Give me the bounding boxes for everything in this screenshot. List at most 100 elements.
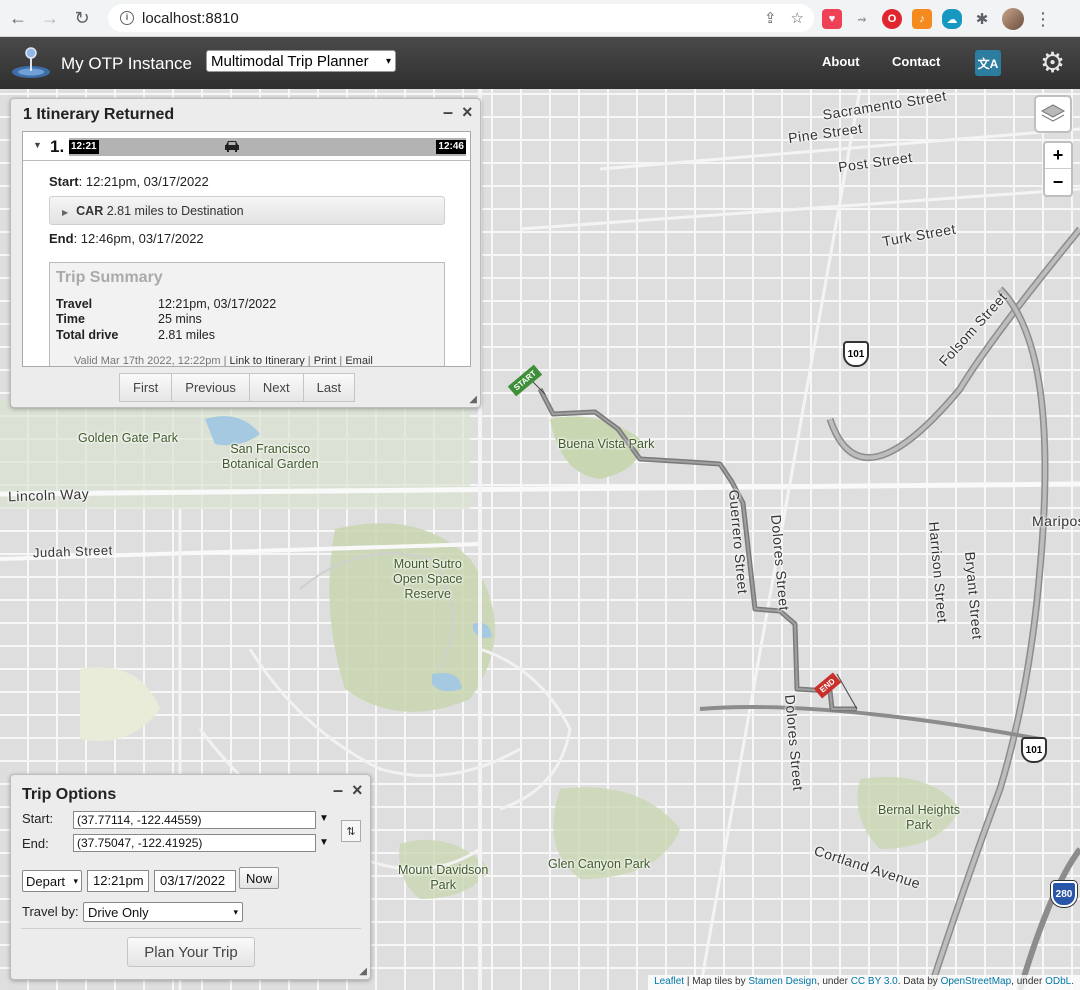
back-icon[interactable]: ← <box>4 4 32 32</box>
zoom-control: + − <box>1043 141 1073 197</box>
osm-link[interactable]: OpenStreetMap <box>941 976 1012 987</box>
map-label-buena-vista: Buena Vista Park <box>558 437 655 451</box>
travel-by-value: Drive Only <box>88 904 149 920</box>
cloud-extension-icon[interactable]: ☁ <box>942 9 962 29</box>
end-time-tag: 12:46 <box>436 140 466 154</box>
map-label-mariposa: Maripos <box>1032 513 1080 529</box>
mode-select[interactable]: Multimodal Trip Planner ▾ <box>206 50 396 72</box>
extension-icon[interactable]: ⇝ <box>852 9 872 29</box>
itinerary-pager: First Previous Next Last <box>119 373 356 402</box>
stamen-link[interactable]: Stamen Design <box>748 976 816 987</box>
close-icon[interactable]: × <box>462 102 473 123</box>
last-button[interactable]: Last <box>302 373 356 402</box>
language-icon[interactable]: 文A <box>975 50 1001 76</box>
travel-by-label: Travel by: <box>22 904 79 919</box>
map-label-golden-gate-park: Golden Gate Park <box>78 431 179 445</box>
trip-summary: Trip Summary Travel 12:21pm, 03/17/2022 … <box>49 262 445 367</box>
orange-extension-icon[interactable]: ♪ <box>912 9 932 29</box>
date-input[interactable]: 03/17/2022 <box>154 870 236 892</box>
collapse-caret-icon[interactable]: ▼ <box>33 140 42 150</box>
end-location-input[interactable]: (37.75047, -122.41925) <box>73 834 316 852</box>
address-bar[interactable]: i localhost:8810 ⇪ ☆ <box>108 4 814 32</box>
end-dropdown-icon[interactable]: ▼ <box>319 837 329 848</box>
now-button[interactable]: Now <box>239 867 280 889</box>
trip-summary-title: Trip Summary <box>56 269 163 286</box>
end-value: : 12:46pm, 03/17/2022 <box>73 231 204 246</box>
odbl-link[interactable]: ODbL <box>1045 976 1071 987</box>
minimize-icon[interactable]: – <box>333 780 343 801</box>
depart-select[interactable]: Depart ▾ <box>22 870 82 892</box>
resize-handle-icon[interactable]: ◢ <box>469 394 477 405</box>
start-location-input[interactable]: (37.77114, -122.44559) <box>73 811 316 829</box>
end-line: End: 12:46pm, 03/17/2022 <box>49 231 204 246</box>
link-to-itinerary[interactable]: Link to Itinerary <box>230 355 305 366</box>
travel-value: 12:21pm, 03/17/2022 <box>158 297 277 311</box>
leg-description: 2.81 miles to Destination <box>106 204 244 218</box>
swap-locations-button[interactable]: ⇅ <box>341 820 361 842</box>
attribution-text-1: | Map tiles by <box>684 976 749 987</box>
divider <box>21 928 361 929</box>
opera-extension-icon[interactable]: O <box>882 9 902 29</box>
itinerary-content[interactable]: ▼ 1. 12:21 12:46 Start: 12:21pm, 03/17/2… <box>22 131 471 367</box>
bookmark-star-icon[interactable]: ☆ <box>791 9 804 27</box>
itinerary-header[interactable]: ▼ 1. 12:21 12:46 <box>23 132 470 161</box>
travel-label: Travel <box>56 297 93 311</box>
close-icon[interactable]: × <box>352 780 363 801</box>
expand-triangle-icon: ▶ <box>62 208 69 217</box>
end-field-label: End: <box>22 836 49 851</box>
share-icon[interactable]: ⇪ <box>764 9 777 27</box>
start-label: Start <box>49 174 79 189</box>
layers-icon[interactable] <box>1034 95 1072 133</box>
url-text: localhost:8810 <box>142 9 239 27</box>
profile-avatar[interactable] <box>1002 8 1024 30</box>
valid-text: Valid Mar 17th 2022, 12:22pm <box>74 355 221 367</box>
pocket-extension-icon[interactable]: ♥ <box>822 9 842 29</box>
resize-handle-icon[interactable]: ◢ <box>359 966 367 977</box>
end-label: End <box>49 231 74 246</box>
leg-mode: CAR <box>76 204 104 218</box>
attribution-text-4: , under <box>1011 976 1046 987</box>
itinerary-number: 1. <box>50 137 65 156</box>
print-link[interactable]: Print <box>314 355 337 366</box>
map-attribution: Leaflet | Map tiles by Stamen Design , un… <box>648 975 1080 990</box>
browser-menu-icon[interactable]: ⋮ <box>1034 9 1052 30</box>
gear-icon[interactable]: ⚙ <box>1040 46 1065 79</box>
next-button[interactable]: Next <box>248 373 304 402</box>
highway-101-shield-south: 101 <box>1021 737 1047 763</box>
interstate-280-shield: 280 <box>1051 881 1077 907</box>
trip-options-panel: Trip Options – × Start: (37.77114, -122.… <box>10 774 371 980</box>
total-drive-label: Total drive <box>56 328 119 342</box>
map-label-mount-davidson: Mount Davidson Park <box>398 863 489 892</box>
forward-icon[interactable]: → <box>36 4 64 32</box>
highway-101-shield: 101 <box>843 341 869 367</box>
leaflet-link[interactable]: Leaflet <box>654 976 684 987</box>
minimize-icon[interactable]: – <box>443 102 453 123</box>
itinerary-panel-title: 1 Itinerary Returned <box>23 106 175 123</box>
info-icon[interactable]: i <box>120 11 134 25</box>
map-label-botanical-garden: San Francisco Botanical Garden <box>222 442 319 471</box>
chevron-down-icon: ▾ <box>233 906 238 917</box>
start-dropdown-icon[interactable]: ▼ <box>319 813 329 824</box>
map-label-mount-sutro: Mount Sutro Open Space Reserve <box>393 557 463 601</box>
contact-link[interactable]: Contact <box>892 54 940 69</box>
email-link[interactable]: Email <box>345 355 373 366</box>
car-icon <box>223 139 241 156</box>
puzzle-extensions-icon[interactable]: ✱ <box>972 9 992 29</box>
otp-logo-icon[interactable] <box>10 45 52 79</box>
reload-icon[interactable]: ↻ <box>68 4 96 32</box>
itinerary-timeline-bar[interactable]: 12:21 12:46 <box>69 138 466 156</box>
zoom-in-button[interactable]: + <box>1045 143 1071 169</box>
start-value: : 12:21pm, 03/17/2022 <box>78 174 209 189</box>
car-leg-row[interactable]: ▶ CAR 2.81 miles to Destination <box>49 196 445 225</box>
ccby-link[interactable]: CC BY 3.0 <box>851 976 898 987</box>
zoom-out-button[interactable]: − <box>1045 169 1071 195</box>
depart-select-value: Depart <box>26 873 66 889</box>
plan-trip-button[interactable]: Plan Your Trip <box>127 937 255 967</box>
travel-by-select[interactable]: Drive Only ▾ <box>83 902 243 922</box>
first-button[interactable]: First <box>119 373 173 402</box>
previous-button[interactable]: Previous <box>171 373 250 402</box>
time-input[interactable]: 12:21pm <box>87 870 149 892</box>
about-link[interactable]: About <box>822 54 860 69</box>
mode-select-value: Multimodal Trip Planner <box>211 52 369 70</box>
app-title: My OTP Instance <box>61 54 193 73</box>
